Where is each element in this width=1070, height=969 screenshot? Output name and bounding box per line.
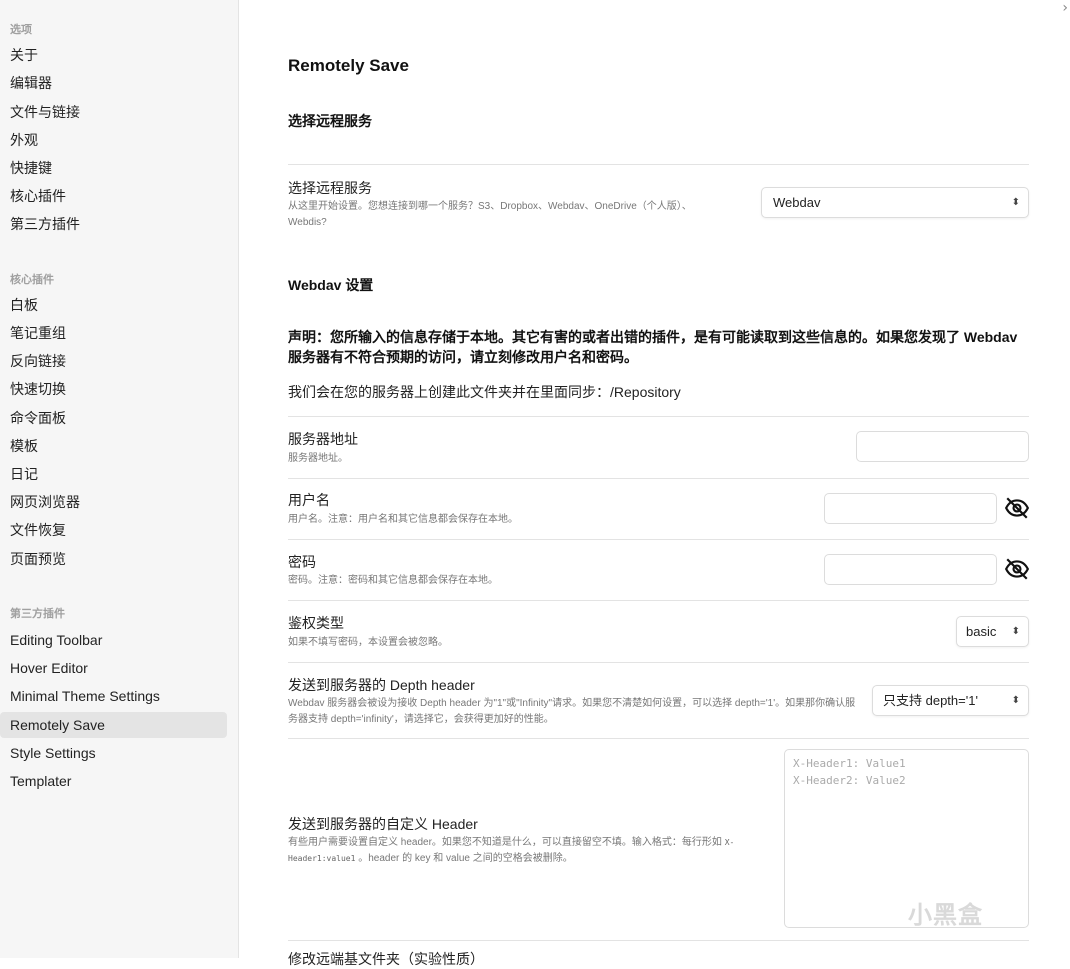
eye-off-icon[interactable]	[1004, 556, 1030, 582]
sidebar-heading-core-plugins: 核心插件	[10, 274, 54, 286]
setting-desc-remote-service: 从这里开始设置。您想连接到哪一个服务？S3、Dropbox、Webdav、One…	[288, 201, 692, 228]
sidebar-heading-options: 选项	[10, 24, 32, 36]
username-input[interactable]	[824, 493, 997, 524]
sidebar-item-style-settings[interactable]: Style Settings	[0, 740, 227, 766]
setting-name-username: 用户名	[288, 492, 330, 508]
depth-header-select[interactable]: 只支持 depth='1' ⬍	[872, 685, 1029, 716]
sidebar-item-command-palette[interactable]: 命令面板	[0, 405, 227, 431]
sidebar-item-editing-toolbar[interactable]: Editing Toolbar	[0, 627, 227, 653]
setting-name-remote-service: 选择远程服务	[288, 180, 372, 196]
divider	[288, 164, 1029, 165]
sidebar-item-minimal-theme-settings[interactable]: Minimal Theme Settings	[0, 683, 227, 709]
remote-service-select[interactable]: Webdav ⬍	[761, 187, 1029, 218]
custom-header-desc-after: 。header 的 key 和 value 之间的空格会被删除。	[358, 853, 573, 864]
divider	[288, 416, 1029, 417]
sidebar-item-templates[interactable]: 模板	[0, 433, 227, 459]
eye-off-icon[interactable]	[1004, 495, 1030, 521]
setting-name-remote-base-folder: 修改远端基文件夹（实验性质）	[288, 951, 484, 967]
sidebar-item-remotely-save[interactable]: Remotely Save	[0, 712, 227, 738]
sidebar-item-daily-notes[interactable]: 日记	[0, 461, 227, 487]
divider	[288, 940, 1029, 941]
custom-header-textarea[interactable]	[784, 749, 1029, 928]
sidebar-item-files-links[interactable]: 文件与链接	[0, 99, 227, 125]
sidebar-item-appearance[interactable]: 外观	[0, 127, 227, 153]
password-input[interactable]	[824, 554, 997, 585]
sidebar-item-core-plugins[interactable]: 核心插件	[0, 183, 227, 209]
sidebar-item-backlinks[interactable]: 反向链接	[0, 348, 227, 374]
sidebar-item-note-composer[interactable]: 笔记重组	[0, 320, 227, 346]
section-heading-remote: 选择远程服务	[288, 113, 372, 129]
divider	[288, 600, 1029, 601]
setting-desc-depth-header: Webdav 服务器会被设为接收 Depth header 为"1"或"Infi…	[288, 698, 856, 725]
sidebar-item-canvas[interactable]: 白板	[0, 292, 227, 318]
watermark: 小黑盒	[908, 902, 983, 929]
sidebar-item-about[interactable]: 关于	[0, 42, 227, 68]
custom-header-desc-before: 有些用户需要设置自定义 header。如果您不知道是什么，可以直接留空不填。输入…	[288, 837, 722, 848]
setting-name-server-address: 服务器地址	[288, 431, 358, 447]
chevron-up-down-icon: ⬍	[1011, 695, 1020, 706]
sidebar-item-quick-switcher[interactable]: 快速切换	[0, 376, 227, 402]
setting-desc-password: 密码。注意：密码和其它信息都会保存在本地。	[288, 575, 498, 586]
setting-desc-custom-header: 有些用户需要设置自定义 header。如果您不知道是什么，可以直接留空不填。输入…	[288, 835, 768, 867]
divider	[288, 539, 1029, 540]
sidebar-item-page-preview[interactable]: 页面预览	[0, 546, 227, 572]
sidebar-item-hotkeys[interactable]: 快捷键	[0, 155, 227, 181]
setting-desc-username: 用户名。注意：用户名和其它信息都会保存在本地。	[288, 514, 518, 525]
security-warning: 声明：您所输入的信息存储于本地。其它有害的或者出错的插件，是有可能读取到这些信息…	[288, 329, 1018, 365]
divider	[288, 662, 1029, 663]
auth-type-value: basic	[966, 624, 997, 639]
setting-desc-server-address: 服务器地址。	[288, 453, 348, 464]
setting-name-depth-header: 发送到服务器的 Depth header	[288, 677, 475, 693]
settings-sidebar: 选项 关于 编辑器 文件与链接 外观 快捷键 核心插件 第三方插件 核心插件 白…	[0, 0, 239, 958]
setting-name-auth-type: 鉴权类型	[288, 615, 344, 631]
divider	[288, 738, 1029, 739]
chevron-up-down-icon: ⬍	[1011, 626, 1020, 637]
setting-name-password: 密码	[288, 554, 316, 570]
auth-type-select[interactable]: basic ⬍	[956, 616, 1029, 647]
sidebar-item-editor[interactable]: 编辑器	[0, 70, 227, 96]
divider	[288, 478, 1029, 479]
remote-service-value: Webdav	[773, 195, 821, 210]
sidebar-item-templater[interactable]: Templater	[0, 768, 227, 794]
sidebar-heading-community-plugins: 第三方插件	[10, 608, 65, 620]
sidebar-item-hover-editor[interactable]: Hover Editor	[0, 655, 227, 681]
folder-note: 我们会在您的服务器上创建此文件夹并在里面同步：/Repository	[288, 384, 681, 400]
setting-desc-auth-type: 如果不填写密码，本设置会被忽略。	[288, 637, 448, 648]
settings-content: Remotely Save 选择远程服务 选择远程服务 从这里开始设置。您想连接…	[240, 0, 1070, 967]
server-address-input[interactable]	[856, 431, 1029, 462]
depth-header-value: 只支持 depth='1'	[883, 693, 978, 708]
section-heading-webdav: Webdav 设置	[288, 277, 374, 293]
setting-name-custom-header: 发送到服务器的自定义 Header	[288, 816, 478, 832]
page-title: Remotely Save	[288, 56, 409, 75]
chevron-up-down-icon: ⬍	[1011, 197, 1020, 208]
sidebar-item-web-viewer[interactable]: 网页浏览器	[0, 489, 227, 515]
sidebar-item-file-recovery[interactable]: 文件恢复	[0, 517, 227, 543]
sidebar-item-community-plugins[interactable]: 第三方插件	[0, 211, 227, 237]
